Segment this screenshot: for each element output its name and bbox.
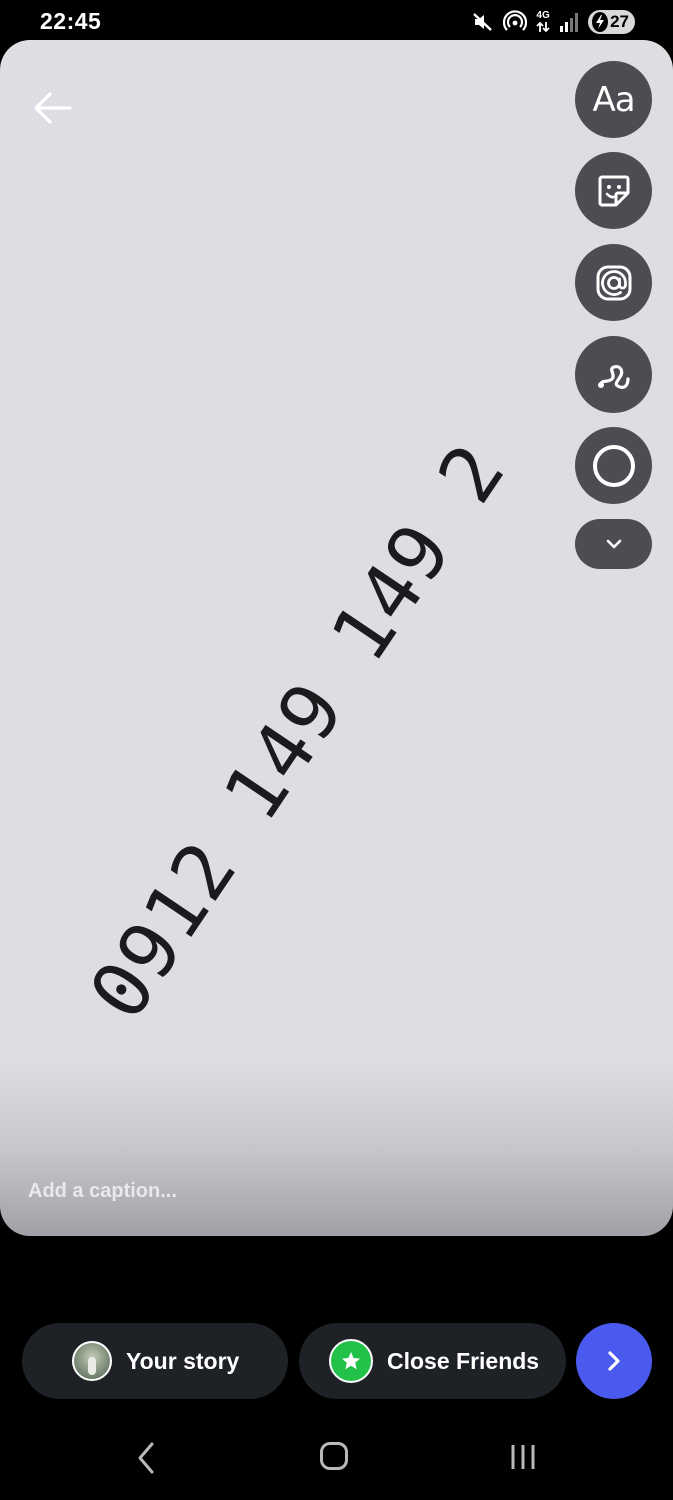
network-type: 4G [536, 10, 550, 21]
at-icon [596, 265, 631, 300]
caption-input[interactable]: Add a caption... [28, 1180, 528, 1203]
mute-icon [473, 13, 492, 31]
close-friends-label: Close Friends [387, 1347, 540, 1374]
sticker-tool-button[interactable] [575, 152, 652, 229]
close-friends-button[interactable]: Close Friends [299, 1323, 566, 1399]
next-button[interactable] [576, 1323, 652, 1399]
status-bar: 22:45 4G 27 [0, 0, 673, 42]
circle-tool-button[interactable] [575, 427, 652, 504]
arrow-left-icon [34, 92, 72, 124]
chevron-right-icon [608, 1351, 620, 1371]
nav-home-icon[interactable] [320, 1442, 348, 1470]
hotspot-icon [503, 10, 528, 31]
star-icon [329, 1339, 373, 1383]
text-tool-label: Aa [592, 79, 635, 120]
signal-icon [560, 13, 579, 32]
mention-tool-button[interactable] [575, 244, 652, 321]
system-nav-bar [0, 1420, 673, 1500]
chevron-down-icon [606, 539, 621, 549]
nav-back-icon[interactable] [132, 1438, 160, 1478]
text-tool-button[interactable]: Aa [575, 61, 652, 138]
your-story-label: Your story [126, 1347, 240, 1374]
more-tools-button[interactable] [575, 519, 652, 569]
battery-charging-icon: 27 [588, 10, 635, 34]
story-canvas[interactable]: Aa 0912 149 149 2 Add a caption... [0, 40, 673, 1236]
circle-icon [592, 444, 635, 487]
back-button[interactable] [30, 88, 74, 128]
avatar [72, 1341, 112, 1381]
battery-level: 27 [610, 12, 629, 31]
squiggle-icon [597, 364, 630, 389]
status-icons: 4G 27 [472, 7, 635, 37]
status-time: 22:45 [40, 8, 102, 34]
your-story-button[interactable]: Your story [22, 1323, 288, 1399]
canvas-text[interactable]: 0912 149 149 2 [73, 429, 523, 1036]
sticker-icon [598, 175, 629, 206]
nav-recents-icon[interactable] [508, 1442, 538, 1472]
draw-tool-button[interactable] [575, 336, 652, 413]
network-4g-icon: 4G [536, 11, 550, 33]
